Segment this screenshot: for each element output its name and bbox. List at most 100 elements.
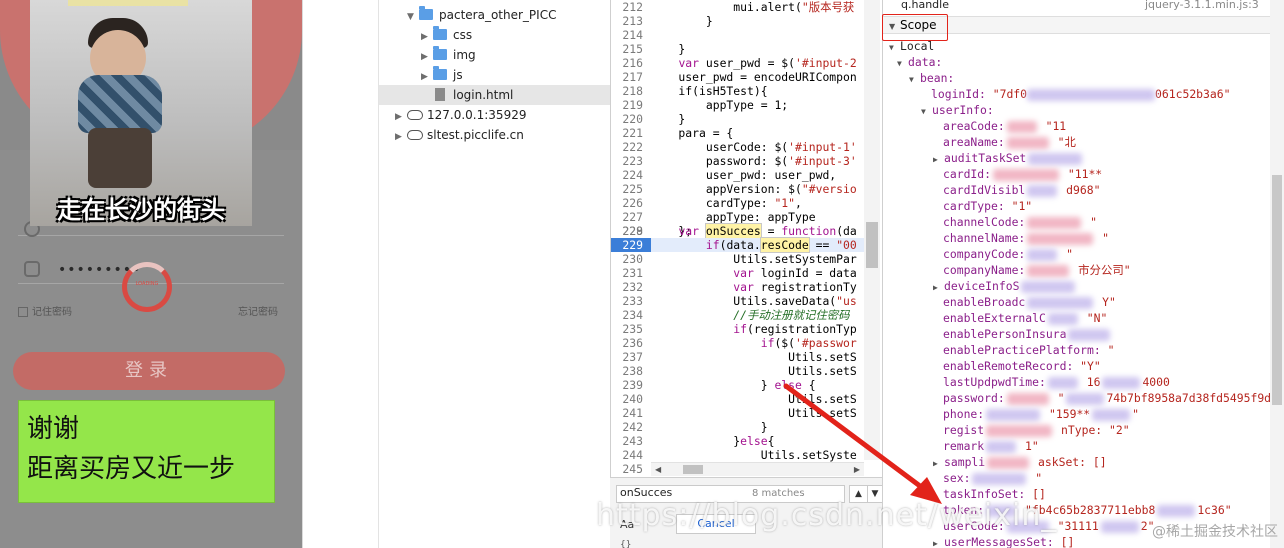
line-number[interactable]: 224 [611, 168, 651, 182]
username-row[interactable] [18, 221, 284, 237]
tree-folder-img[interactable]: ▶ img [421, 45, 476, 65]
scrollbar-thumb[interactable] [866, 222, 878, 268]
expand-triangle-icon[interactable]: ▼ [407, 7, 419, 27]
userinfo-field-row[interactable]: areaName: "北 [943, 134, 1076, 150]
scope-loginid[interactable]: loginId: "7df0 061c52b3a6" [931, 86, 1230, 102]
line-number[interactable]: 240 [611, 392, 651, 406]
userinfo-field-row[interactable]: cardId: "11** [943, 166, 1102, 182]
code-line[interactable]: 219 appType = 1; [611, 98, 867, 112]
userinfo-field-row[interactable]: companyCode: " [943, 246, 1073, 262]
line-number[interactable]: 237 [611, 350, 651, 364]
collapse-triangle-icon[interactable]: ▶ [395, 127, 407, 147]
scope-userinfo[interactable]: ▼ userInfo: [921, 102, 994, 118]
code-line[interactable]: 217 user_pwd = encodeURICompon [611, 70, 867, 84]
collapse-triangle-icon[interactable]: ▶ [395, 107, 407, 127]
line-number[interactable]: 245 [611, 462, 651, 476]
userinfo-field-row[interactable]: lastUpdpwdTime: 16 4000 [943, 374, 1170, 390]
userinfo-field-row[interactable]: enablePersonInsura [943, 326, 1119, 342]
code-line[interactable]: 241 Utils.setS [611, 406, 867, 420]
scroll-left-icon[interactable]: ◀ [655, 465, 661, 474]
expand-triangle-icon[interactable]: ▼ [897, 56, 908, 72]
collapse-triangle-icon[interactable]: ▶ [421, 47, 433, 67]
line-number[interactable]: 220 [611, 112, 651, 126]
pretty-print-icon[interactable]: {} [620, 540, 631, 548]
line-number[interactable]: 223 [611, 154, 651, 168]
userinfo-field-row[interactable]: ▶ auditTaskSet [933, 150, 1091, 166]
scope-scrollbar[interactable] [1270, 0, 1284, 548]
line-number[interactable]: 234 [611, 308, 651, 322]
userinfo-field-row[interactable]: enableExternalC "N" [943, 310, 1107, 326]
collapse-triangle-icon[interactable]: ▶ [933, 536, 944, 548]
code-line[interactable]: 230 Utils.setSystemPar [611, 252, 867, 266]
code-line[interactable]: 233 Utils.saveData("us [611, 294, 867, 308]
line-number[interactable]: 214 [611, 28, 651, 42]
userinfo-field-row[interactable]: areaCode: "11 [943, 118, 1066, 134]
editor-vertical-scrollbar[interactable] [864, 0, 880, 460]
collapse-triangle-icon[interactable]: ▶ [421, 27, 433, 47]
code-line[interactable]: 212 mui.alert("版本号获 [611, 0, 867, 14]
line-number[interactable]: 213 [611, 14, 651, 28]
line-number[interactable]: 226 [611, 196, 651, 210]
userinfo-field-row[interactable]: cardType: "1" [943, 198, 1032, 214]
userinfo-field-row[interactable]: cardIdVisibl d968" [943, 182, 1100, 198]
userinfo-field-row[interactable]: ▶ sampli askSet: [] [933, 454, 1107, 470]
scroll-right-icon[interactable]: ▶ [854, 465, 860, 474]
line-number[interactable]: 215 [611, 42, 651, 56]
line-number[interactable]: 242 [611, 420, 651, 434]
code-line[interactable]: 227 appType: appType [611, 210, 867, 224]
line-number[interactable]: 233 [611, 294, 651, 308]
code-line[interactable]: 236 if($('#passwor [611, 336, 867, 350]
line-number[interactable]: 222 [611, 140, 651, 154]
line-number[interactable]: 243 [611, 434, 651, 448]
code-line[interactable]: 239 } else { [611, 378, 867, 392]
userinfo-field-row[interactable]: password: " 74b7bf8958a7d38fd5495f9dc2 [943, 390, 1284, 406]
code-line[interactable]: 235 if(registrationTyp [611, 322, 867, 336]
line-number[interactable]: 218 [611, 84, 651, 98]
scrollbar-thumb[interactable] [683, 465, 703, 474]
tree-file-login-html[interactable]: login.html [379, 85, 611, 105]
line-number[interactable]: 236 [611, 336, 651, 350]
editor-horizontal-scrollbar[interactable]: ◀ ▶ [651, 462, 864, 476]
line-number[interactable]: 239 [611, 378, 651, 392]
line-number[interactable]: 232 [611, 280, 651, 294]
code-line[interactable]: 238 Utils.setS [611, 364, 867, 378]
userinfo-field-row[interactable]: ▶ deviceInfoS [933, 278, 1084, 294]
line-number[interactable]: 241 [611, 406, 651, 420]
code-line[interactable]: 243 }else{ [611, 434, 867, 448]
scrollbar-thumb[interactable] [1272, 175, 1282, 405]
code-line[interactable]: 221 para = { [611, 126, 867, 140]
expand-triangle-icon[interactable]: ▼ [921, 104, 932, 120]
breakpoint-line-number[interactable]: 229 [611, 238, 651, 252]
userinfo-field-row[interactable]: enableRemoteRecord: "Y" [943, 358, 1101, 374]
code-line[interactable]: 214 [611, 28, 867, 42]
tree-origin-localhost[interactable]: ▶ 127.0.0.1:35929 [395, 105, 526, 125]
code-line[interactable]: 220 } [611, 112, 867, 126]
tree-folder-css[interactable]: ▶ css [421, 25, 472, 45]
tree-folder-js[interactable]: ▶ js [421, 65, 463, 85]
login-button[interactable]: 登录 [13, 352, 285, 390]
code-line[interactable]: 218 if(isH5Test){ [611, 84, 867, 98]
line-number[interactable]: 244 [611, 448, 651, 462]
expand-triangle-icon[interactable]: ▼ [909, 72, 920, 88]
code-line[interactable]: 222 userCode: $('#input-1' [611, 140, 867, 154]
code-line[interactable]: 226 cardType: "1", [611, 196, 867, 210]
userinfo-field-row[interactable]: channelCode: " [943, 214, 1097, 230]
collapse-triangle-icon[interactable]: ▶ [421, 67, 433, 87]
line-number[interactable]: 225 [611, 182, 651, 196]
line-number[interactable]: 235 [611, 322, 651, 336]
code-line[interactable]: 237 Utils.setS [611, 350, 867, 364]
userinfo-field-row[interactable]: phone: "159** " [943, 406, 1139, 422]
line-number[interactable]: 217 [611, 70, 651, 84]
tree-origin-sltest[interactable]: ▶ sltest.picclife.cn [395, 125, 524, 145]
userinfo-field-row[interactable]: ▶ userMessagesSet: [] [933, 534, 1074, 548]
line-number[interactable]: 229 [611, 224, 651, 238]
code-line[interactable]: 223 password: $('#input-3' [611, 154, 867, 168]
userinfo-field-row[interactable]: companyName: 市分公司" [943, 262, 1131, 278]
line-number[interactable]: 212 [611, 0, 651, 14]
code-line[interactable]: 213 } [611, 14, 867, 28]
line-number[interactable]: 221 [611, 126, 651, 140]
line-number[interactable]: 216 [611, 56, 651, 70]
call-frame-location[interactable]: jquery-3.1.1.min.js:3 [1145, 0, 1259, 11]
code-line[interactable]: 225 appVersion: $("#versio [611, 182, 867, 196]
userinfo-field-row[interactable]: channelName: " [943, 230, 1109, 246]
